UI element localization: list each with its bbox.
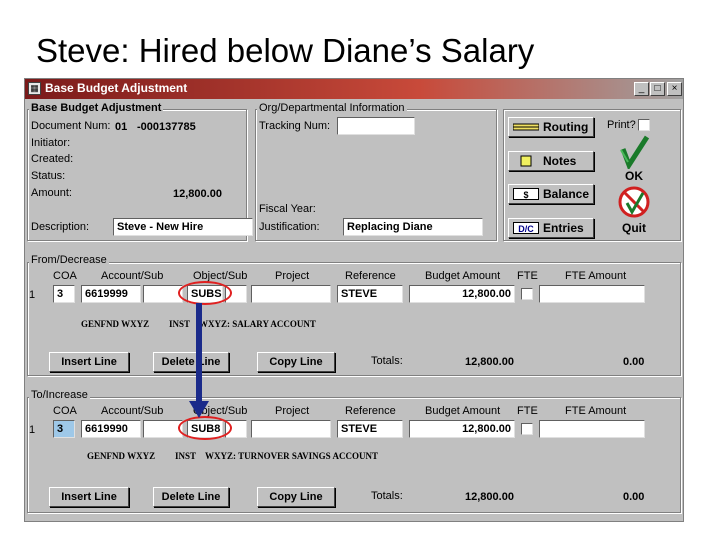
to-project-input[interactable] (251, 420, 331, 438)
to-total-fte: 0.00 (623, 491, 645, 503)
from-sub-account-input[interactable] (143, 285, 183, 303)
to-object-annotation-circle (178, 416, 232, 440)
to-inst-desc: INST (175, 451, 197, 461)
col-fte-amount: FTE Amount (565, 270, 627, 282)
org-group-title: Org/Departmental Information (257, 102, 407, 114)
to-row-number: 1 (29, 424, 36, 436)
quit-button[interactable]: Quit (617, 185, 653, 237)
from-fund-desc: GENFND WXYZ (81, 319, 150, 329)
entries-label: Entries (543, 221, 584, 235)
from-coa-input[interactable]: 3 (53, 285, 75, 303)
col-coa: COA (53, 270, 77, 282)
document-num-value: -000137785 (137, 121, 196, 133)
minimize-button[interactable]: _ (634, 82, 649, 96)
description-label: Description: (31, 221, 90, 233)
justification-label: Justification: (259, 221, 320, 233)
close-button[interactable]: × (667, 82, 682, 96)
to-delete-line-button[interactable]: Delete Line (153, 487, 229, 507)
col-coa-2: COA (53, 405, 77, 417)
from-project-input[interactable] (251, 285, 331, 303)
to-reference-input[interactable]: STEVE (337, 420, 403, 438)
col-project: Project (275, 270, 310, 282)
col-fte: FTE (517, 270, 538, 282)
amount-value: 12,800.00 (173, 188, 222, 200)
routing-icon (512, 121, 540, 133)
debit-credit-icon: D/C (513, 222, 539, 234)
notes-label: Notes (543, 154, 577, 168)
from-reference-input[interactable]: STEVE (337, 285, 403, 303)
to-copy-line-button[interactable]: Copy Line (257, 487, 335, 507)
col-reference: Reference (345, 270, 396, 282)
notes-icon (513, 155, 539, 167)
entries-button[interactable]: D/C Entries (508, 218, 594, 238)
to-account-desc: WXYZ: TURNOVER SAVINGS ACCOUNT (205, 451, 378, 461)
from-account-desc: WXYZ: SALARY ACCOUNT (199, 319, 316, 329)
from-copy-line-button[interactable]: Copy Line (257, 352, 335, 372)
from-decrease-title: From/Decrease (29, 254, 109, 266)
description-input[interactable]: Steve - New Hire (113, 218, 253, 236)
quit-label: Quit (622, 221, 646, 235)
checkmark-icon (620, 135, 650, 171)
tracking-label: Tracking Num: (259, 120, 331, 132)
tracking-input[interactable] (337, 117, 415, 135)
to-fte-amount-input[interactable] (539, 420, 645, 438)
from-inst-desc: INST (169, 319, 191, 329)
to-insert-line-button[interactable]: Insert Line (49, 487, 129, 507)
routing-label: Routing (543, 120, 589, 134)
to-coa-input[interactable]: 3 (53, 420, 75, 438)
status-label: Status: (31, 170, 66, 182)
dollar-icon: $ (513, 188, 539, 200)
from-total-fte: 0.00 (623, 356, 645, 368)
window-titlebar[interactable]: ▦ Base Budget Adjustment _ □ × (25, 79, 683, 99)
slide-title: Steve: Hired below Diane’s Salary (36, 32, 535, 69)
balance-label: Balance (543, 187, 590, 201)
maximize-button[interactable]: □ (650, 82, 665, 96)
to-account-input[interactable]: 6619990 (81, 420, 141, 438)
col-account: Account/Sub (101, 270, 164, 282)
document-num-label: Document Num: (31, 120, 111, 132)
to-totals-label: Totals: (371, 490, 403, 502)
col-fte-amount-2: FTE Amount (565, 405, 627, 417)
budget-adjustment-window: ▦ Base Budget Adjustment _ □ × Base Budg… (24, 78, 684, 522)
col-reference-2: Reference (345, 405, 396, 417)
routing-button[interactable]: Routing (508, 117, 594, 137)
from-totals-label: Totals: (371, 355, 403, 367)
from-object-annotation-circle (178, 281, 232, 305)
to-fund-desc: GENFND WXYZ (87, 451, 156, 461)
notes-button[interactable]: Notes (508, 151, 594, 171)
from-row-number: 1 (29, 289, 36, 301)
from-fte-amount-input[interactable] (539, 285, 645, 303)
print-label: Print? (607, 119, 636, 131)
from-insert-line-button[interactable]: Insert Line (49, 352, 129, 372)
col-account-2: Account/Sub (101, 405, 164, 417)
down-arrow-icon (189, 303, 209, 418)
header-group-title: Base Budget Adjustment (29, 102, 164, 114)
ok-button[interactable]: OK (617, 135, 653, 183)
balance-button[interactable]: $ Balance (508, 184, 594, 204)
from-budget-input[interactable]: 12,800.00 (409, 285, 515, 303)
justification-input[interactable]: Replacing Diane (343, 218, 483, 236)
print-checkbox[interactable] (638, 119, 650, 131)
from-fte-checkbox[interactable] (521, 288, 533, 300)
initiator-label: Initiator: (31, 137, 71, 149)
amount-label: Amount: (31, 187, 72, 199)
document-num-prefix: 01 (115, 121, 128, 133)
to-increase-title: To/Increase (29, 389, 90, 401)
window-title: Base Budget Adjustment (45, 81, 188, 95)
col-fte-2: FTE (517, 405, 538, 417)
from-account-input[interactable]: 6619999 (81, 285, 141, 303)
fiscal-year-label: Fiscal Year: (259, 203, 316, 215)
ok-label: OK (625, 169, 643, 183)
to-sub-account-input[interactable] (143, 420, 183, 438)
app-icon: ▦ (28, 82, 41, 95)
col-budget: Budget Amount (425, 270, 501, 282)
col-budget-2: Budget Amount (425, 405, 501, 417)
to-fte-checkbox[interactable] (521, 423, 533, 435)
to-total-budget: 12,800.00 (465, 491, 514, 503)
no-entry-icon (618, 186, 650, 218)
col-project-2: Project (275, 405, 310, 417)
created-label: Created: (31, 153, 74, 165)
to-budget-input[interactable]: 12,800.00 (409, 420, 515, 438)
from-total-budget: 12,800.00 (465, 356, 514, 368)
